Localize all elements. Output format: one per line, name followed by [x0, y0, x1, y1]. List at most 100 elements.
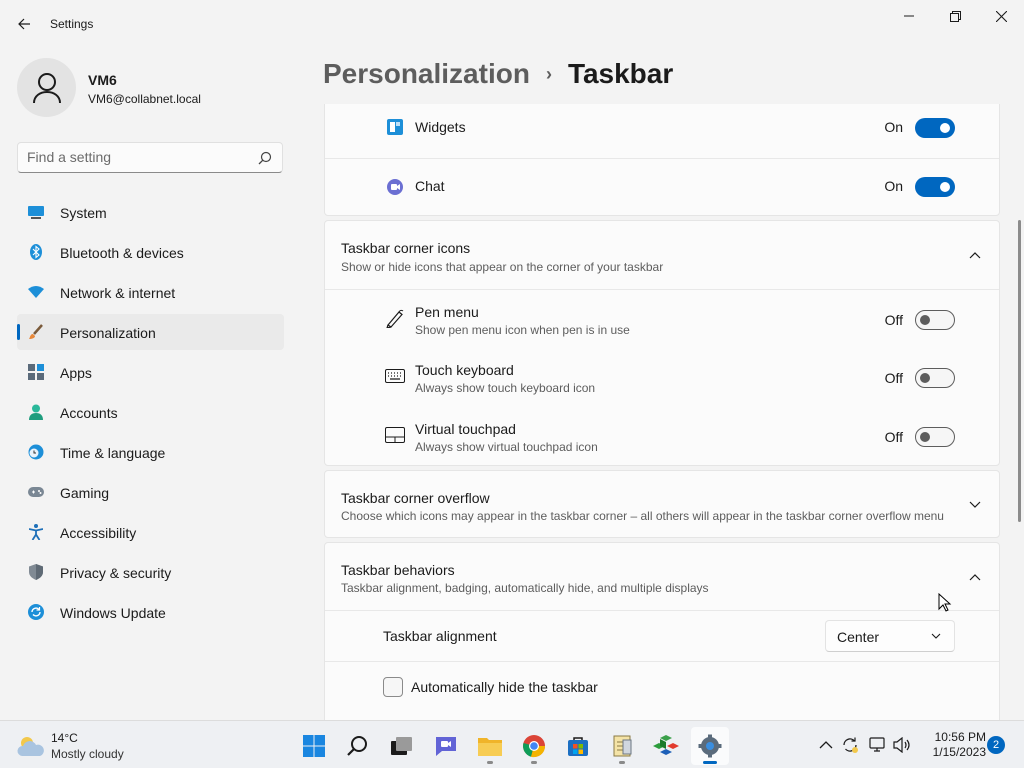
- alignment-dropdown[interactable]: Center: [825, 620, 955, 652]
- accessibility-icon: [28, 524, 44, 540]
- chevron-down-icon[interactable]: [967, 497, 983, 513]
- touch-keyboard-toggle[interactable]: [915, 368, 955, 388]
- taskbar-settings-button[interactable]: [691, 727, 729, 765]
- sidebar-item-label: Time & language: [60, 445, 166, 461]
- notification-badge[interactable]: 2: [987, 736, 1005, 754]
- corner-overflow-card[interactable]: Taskbar corner overflow Choose which ico…: [324, 470, 1000, 538]
- sidebar-item-system[interactable]: System: [17, 194, 284, 230]
- user-profile[interactable]: VM6 VM6@collabnet.local: [17, 58, 287, 118]
- touchpad-icon: [385, 425, 405, 445]
- restore-button[interactable]: [932, 4, 978, 28]
- volume-icon[interactable]: [892, 735, 912, 755]
- pen-menu-subtitle: Show pen menu icon when pen is in use: [415, 323, 630, 337]
- teams-chat-icon: [436, 737, 456, 756]
- autohide-row: Automatically hide the taskbar: [325, 661, 999, 713]
- sidebar-item-gaming[interactable]: Gaming: [17, 474, 284, 510]
- search-box[interactable]: [17, 142, 283, 173]
- task-view-icon: [391, 737, 412, 755]
- autohide-label[interactable]: Automatically hide the taskbar: [411, 679, 598, 695]
- taskbar-clock[interactable]: 10:56 PM 1/15/2023: [916, 730, 986, 760]
- touch-keyboard-subtitle: Always show touch keyboard icon: [415, 381, 596, 395]
- apps-icon: [28, 364, 44, 380]
- notepad-icon: [613, 735, 632, 757]
- corner-icons-header[interactable]: Taskbar corner icons Show or hide icons …: [325, 221, 999, 289]
- store-icon: [568, 737, 588, 756]
- network-icon[interactable]: [868, 735, 888, 755]
- search-icon: [347, 736, 367, 756]
- chrome-icon: [523, 735, 546, 758]
- virtual-touchpad-subtitle: Always show virtual touchpad icon: [415, 440, 598, 454]
- pen-menu-state-label: Off: [884, 312, 903, 328]
- weather-widget[interactable]: 14°C Mostly cloudy: [16, 729, 166, 763]
- behaviors-header[interactable]: Taskbar behaviors Taskbar alignment, bad…: [325, 543, 999, 610]
- windows-start-icon: [303, 735, 325, 757]
- sidebar-item-network[interactable]: Network & internet: [17, 274, 284, 310]
- chat-label: Chat: [415, 178, 445, 194]
- paintbrush-icon: [28, 324, 44, 340]
- clock-date: 1/15/2023: [932, 745, 986, 759]
- virtual-touchpad-state-label: Off: [884, 429, 903, 445]
- chevron-down-icon: [931, 633, 941, 639]
- sync-icon[interactable]: [840, 735, 860, 755]
- touch-keyboard-state-label: Off: [884, 370, 903, 386]
- chat-state-label: On: [884, 178, 903, 194]
- taskbar-app-button[interactable]: [647, 727, 685, 765]
- autohide-checkbox[interactable]: [383, 677, 403, 697]
- chat-icon: [385, 177, 405, 197]
- widgets-toggle[interactable]: [915, 118, 955, 138]
- chat-row: Chat On: [325, 158, 999, 216]
- corner-icons-card: Taskbar corner icons Show or hide icons …: [324, 220, 1000, 466]
- back-button[interactable]: [10, 10, 38, 38]
- sidebar-item-accounts[interactable]: Accounts: [17, 394, 284, 430]
- minimize-icon: [904, 15, 914, 17]
- behaviors-title: Taskbar behaviors: [341, 562, 455, 578]
- taskbar-chrome-button[interactable]: [515, 727, 553, 765]
- cloudy-weather-icon: [17, 737, 44, 756]
- sidebar-item-bluetooth[interactable]: Bluetooth & devices: [17, 234, 284, 270]
- file-explorer-icon: [478, 738, 502, 756]
- sidebar-item-accessibility[interactable]: Accessibility: [17, 514, 284, 550]
- pen-menu-toggle[interactable]: [915, 310, 955, 330]
- bluetooth-icon: [28, 244, 44, 260]
- virtual-touchpad-toggle[interactable]: [915, 427, 955, 447]
- sidebar-item-time-language[interactable]: Time & language: [17, 434, 284, 470]
- alignment-value: Center: [837, 629, 880, 645]
- taskbar-task-view-button[interactable]: [383, 727, 421, 765]
- chevron-up-icon[interactable]: [816, 735, 836, 755]
- behaviors-card: Taskbar behaviors Taskbar alignment, bad…: [324, 542, 1000, 720]
- system-icon: [28, 204, 44, 220]
- search-input[interactable]: [27, 149, 247, 165]
- sidebar-item-label: Network & internet: [60, 285, 176, 301]
- touch-keyboard-row: Touch keyboard Always show touch keyboar…: [325, 348, 999, 407]
- alignment-row: Taskbar alignment Center: [325, 610, 999, 661]
- breadcrumb: Personalization › Taskbar: [323, 58, 673, 90]
- sidebar-item-privacy[interactable]: Privacy & security: [17, 554, 284, 590]
- taskbar-store-button[interactable]: [559, 727, 597, 765]
- taskbar-chat-button[interactable]: [427, 727, 465, 765]
- sidebar-item-label: Accounts: [60, 405, 118, 421]
- settings-gear-icon: [698, 734, 722, 758]
- running-indicator: [619, 761, 625, 764]
- taskbar-notepad-button[interactable]: [603, 727, 641, 765]
- breadcrumb-parent-link[interactable]: Personalization: [323, 58, 530, 90]
- taskbar-search-button[interactable]: [339, 727, 377, 765]
- taskbar-file-explorer-button[interactable]: [471, 727, 509, 765]
- weather-description: Mostly cloudy: [51, 747, 124, 761]
- windows-update-icon: [28, 604, 44, 620]
- sidebar-item-apps[interactable]: Apps: [17, 354, 284, 390]
- sidebar-item-windows-update[interactable]: Windows Update: [17, 594, 284, 630]
- taskbar-start-button[interactable]: [295, 727, 333, 765]
- minimize-button[interactable]: [886, 4, 932, 28]
- app-cube-icon: [653, 735, 679, 755]
- title-bar: Settings: [0, 0, 1024, 48]
- pen-icon: [385, 308, 405, 328]
- breadcrumb-separator-icon: ›: [545, 63, 552, 84]
- chevron-up-icon[interactable]: [967, 247, 983, 263]
- clock-globe-icon: [28, 444, 44, 460]
- behaviors-subtitle: Taskbar alignment, badging, automaticall…: [341, 581, 709, 595]
- chat-toggle[interactable]: [915, 177, 955, 197]
- chevron-up-icon[interactable]: [967, 569, 983, 585]
- close-button[interactable]: [978, 4, 1024, 28]
- sidebar-item-personalization[interactable]: Personalization: [17, 314, 284, 350]
- content-scrollbar[interactable]: [1018, 220, 1021, 522]
